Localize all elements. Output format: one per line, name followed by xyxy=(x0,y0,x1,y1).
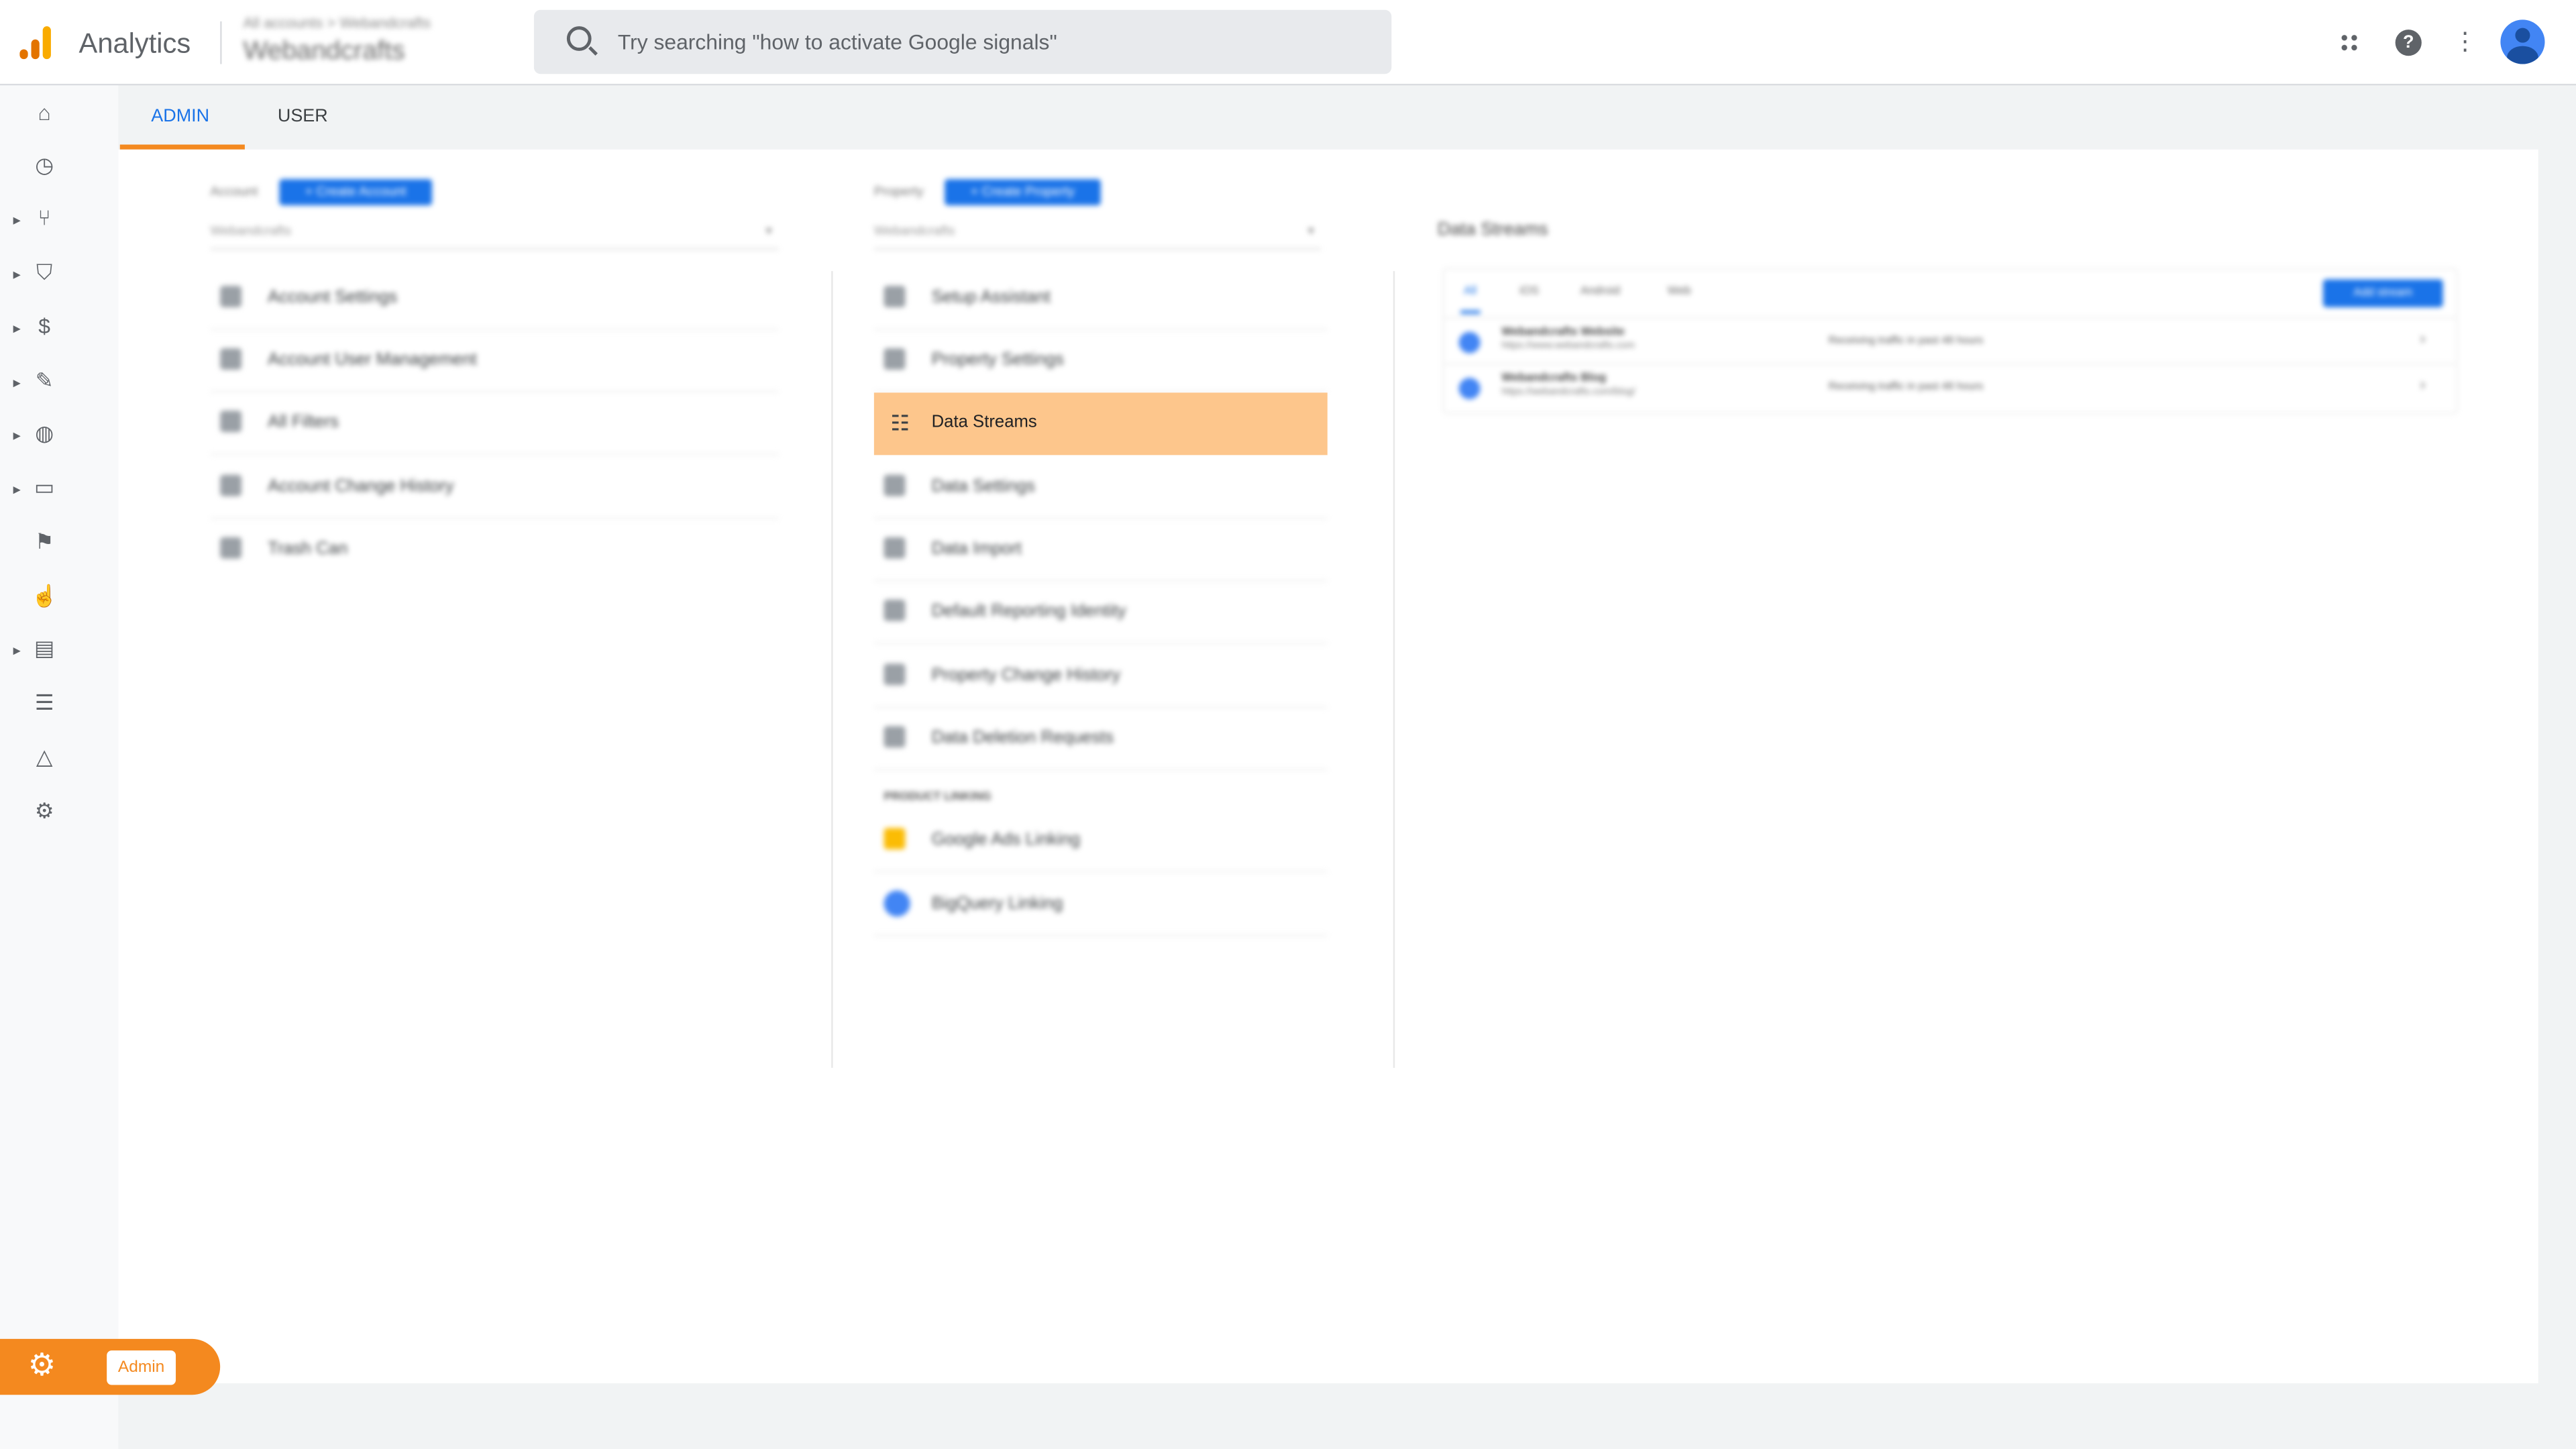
streams-tab-all[interactable]: All xyxy=(1464,286,1477,297)
more-vert-icon[interactable]: ⋮ xyxy=(2453,28,2477,58)
configure-icon[interactable]: ⚙ xyxy=(32,798,58,824)
account-settings-item[interactable]: Account Settings xyxy=(210,266,779,331)
streams-card: All iOS Android Web Add stream Webandcra… xyxy=(1442,268,2458,415)
left-nav: ⌂ ◷ ▶ ⑂ ▶ ⛉ ▶ $ ▶ ✎ ▶ ◍ ▶ ▭ ⚑ ☝ ▶ ▤ ☰ △ ⚙ xyxy=(0,85,119,1449)
account-user-management-item[interactable]: Account User Management xyxy=(210,329,779,393)
data-settings-item[interactable]: Data Settings xyxy=(873,455,1328,519)
stream-row[interactable]: Webandcrafts Website https://www.webandc… xyxy=(1444,317,2457,365)
lifecycle-icon[interactable]: ⑂ xyxy=(32,205,58,231)
top-bar: Analytics All accounts > Webandcrafts We… xyxy=(0,0,2576,86)
account-column: Account + Create Account Webandcrafts ▾ A… xyxy=(210,177,782,604)
bigquery-linking-item[interactable]: BigQuery Linking xyxy=(873,872,1328,936)
breadcrumb[interactable]: All accounts > Webandcrafts xyxy=(243,15,431,31)
account-dropdown[interactable]: Webandcrafts ▾ xyxy=(210,223,779,250)
all-filters-item[interactable]: All Filters xyxy=(210,391,779,455)
debug-icon[interactable]: ☝ xyxy=(32,583,58,609)
engagement-icon[interactable]: ✎ xyxy=(32,368,58,394)
analysis-icon[interactable]: ▤ xyxy=(32,636,58,662)
gear-icon: ⚙ xyxy=(28,1348,56,1384)
chevron-right-icon: › xyxy=(2420,376,2426,394)
explore-icon[interactable]: △ xyxy=(32,744,58,770)
account-selector[interactable]: Webandcrafts xyxy=(243,38,405,67)
analytics-admin-page: Analytics All accounts > Webandcrafts We… xyxy=(0,0,2576,1449)
trash-can-item[interactable]: Trash Can xyxy=(210,517,778,580)
data-streams-icon: ☷ xyxy=(890,411,910,435)
monetization-icon[interactable]: $ xyxy=(32,314,58,340)
streams-tab-android[interactable]: Android xyxy=(1580,286,1620,297)
home-icon[interactable]: ⌂ xyxy=(32,100,58,126)
streams-tab-ios[interactable]: iOS xyxy=(1519,286,1539,297)
create-account-button[interactable]: + Create Account xyxy=(279,178,433,206)
data-import-item[interactable]: Data Import xyxy=(873,517,1328,582)
tab-admin[interactable]: ADMIN xyxy=(151,107,209,126)
data-streams-title: Data Streams xyxy=(1437,220,1548,240)
app-title: Analytics xyxy=(78,28,191,60)
setup-assistant-item[interactable]: Setup Assistant xyxy=(873,266,1328,331)
default-reporting-identity-item[interactable]: Default Reporting Identity xyxy=(873,580,1328,645)
google-ads-linking-item[interactable]: Google Ads Linking xyxy=(873,808,1328,873)
data-deletion-requests-item[interactable]: Data Deletion Requests xyxy=(873,706,1328,771)
audiences-icon[interactable]: ☰ xyxy=(32,690,58,716)
realtime-clock-icon[interactable]: ◷ xyxy=(32,153,58,179)
streams-tab-web[interactable]: Web xyxy=(1668,286,1691,297)
apps-grid-icon[interactable] xyxy=(2339,32,2359,53)
data-streams-item[interactable]: ☷ Data Streams xyxy=(873,392,1328,455)
tag-icon[interactable]: ⛉ xyxy=(32,260,58,286)
flag-icon[interactable]: ⚑ xyxy=(32,529,58,555)
create-property-button[interactable]: + Create Property xyxy=(945,178,1101,206)
property-header: Property + Create Property Webandcrafts ▾ xyxy=(873,177,1328,251)
chevron-right-icon: › xyxy=(2420,330,2426,349)
globe-icon[interactable]: ◍ xyxy=(32,421,58,447)
tab-user[interactable]: USER xyxy=(278,107,328,126)
analytics-logo-icon xyxy=(19,26,56,62)
admin-button[interactable]: ⚙ Admin xyxy=(0,1338,221,1395)
data-streams-section: Data Streams All iOS Android Web Add str… xyxy=(1438,217,2465,422)
property-change-history-item[interactable]: Property Change History xyxy=(873,644,1328,708)
devices-icon[interactable]: ▭ xyxy=(32,475,58,501)
search-input[interactable]: Try searching "how to activate Google si… xyxy=(533,9,1392,74)
property-items-rest: Data Settings Data Import Default Report… xyxy=(873,455,1328,948)
help-icon[interactable]: ? xyxy=(2395,30,2422,56)
property-settings-item[interactable]: Property Settings xyxy=(873,329,1328,393)
add-stream-button[interactable]: Add stream xyxy=(2322,279,2443,307)
property-dropdown[interactable]: Webandcrafts ▾ xyxy=(873,223,1321,250)
avatar[interactable] xyxy=(2500,19,2545,64)
stream-row[interactable]: Webandcrafts Blog https://webandcrafts.c… xyxy=(1444,363,2457,411)
search-icon xyxy=(566,26,592,51)
account-change-history-item[interactable]: Account Change History xyxy=(210,455,779,519)
